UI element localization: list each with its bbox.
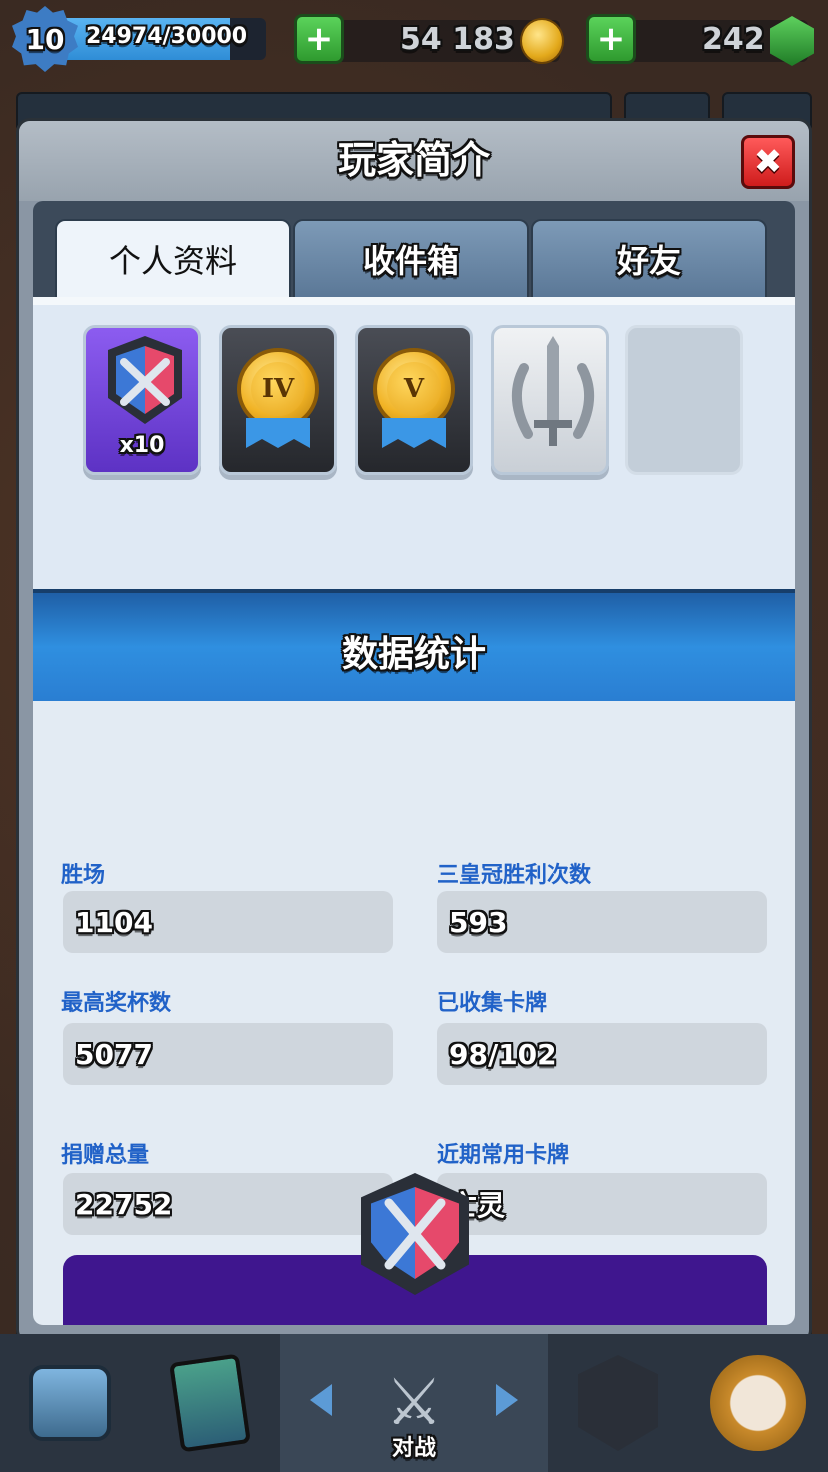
- medal-badge-iv[interactable]: IV: [219, 325, 337, 475]
- add-gems-button[interactable]: +: [586, 14, 636, 64]
- stat-value-total-donations: 22752: [63, 1173, 393, 1235]
- close-icon: ✖: [753, 142, 783, 182]
- stat-value-highest-trophies: 5077: [63, 1023, 393, 1085]
- nav-cards[interactable]: [140, 1334, 280, 1472]
- battle-label: 对战: [391, 1436, 436, 1461]
- gold-medal-icon: V: [373, 348, 455, 430]
- medal-badge-v[interactable]: V: [355, 325, 473, 475]
- add-gold-button[interactable]: +: [294, 14, 344, 64]
- medal-numeral: IV: [251, 362, 305, 416]
- stat-label-wins: 胜场: [61, 863, 106, 888]
- tab-label: 个人资料: [108, 242, 237, 280]
- gem-amount: 242: [702, 22, 765, 57]
- event-calendar-icon: [710, 1355, 806, 1451]
- level-badge-icon[interactable]: 10: [12, 6, 78, 72]
- stat-label-three-crown-wins: 三皇冠胜利次数: [437, 863, 592, 888]
- clan-wars-badge[interactable]: x10: [83, 325, 201, 475]
- tab-profile[interactable]: 个人资料: [55, 219, 291, 297]
- nav-battle[interactable]: ⚔ 对战: [280, 1334, 548, 1472]
- top-hud: 10 24974/30000 + 54 183 + 242: [0, 0, 828, 80]
- treasure-chest-icon: [29, 1365, 111, 1441]
- stats-banner: 数据统计: [33, 589, 795, 701]
- ribbon-icon: [382, 418, 446, 448]
- stats-title: 数据统计: [341, 634, 486, 675]
- badge-count: x10: [119, 433, 165, 458]
- player-profile-modal: 玩家简介 ✖ 个人资料 收件箱 好友 x10 IV V 数据统计 胜场 1104…: [16, 118, 812, 1344]
- empty-badge-slot: [625, 325, 743, 475]
- clan-shield-icon: [578, 1355, 658, 1451]
- profile-content[interactable]: x10 IV V 数据统计 胜场 1104 三皇冠胜利次数 593 最高奖杯数 …: [33, 297, 795, 1325]
- bottom-nav: ⚔ 对战: [0, 1334, 828, 1472]
- stat-value-three-crown-wins: 593: [437, 891, 767, 953]
- tab-label: 收件箱: [362, 242, 459, 280]
- gold-coin-icon: [520, 18, 564, 64]
- nav-shop[interactable]: [0, 1334, 140, 1472]
- stat-label-highest-trophies: 最高奖杯数: [61, 991, 172, 1016]
- nav-clan[interactable]: [548, 1334, 688, 1472]
- silver-sword-laurel-icon: [511, 336, 595, 446]
- ribbon-icon: [246, 418, 310, 448]
- gold-amount: 54 183: [400, 22, 515, 57]
- tab-bar: 个人资料 收件箱 好友: [55, 219, 767, 297]
- modal-header: 玩家简介 ✖: [19, 121, 809, 201]
- modal-title: 玩家简介: [337, 138, 490, 182]
- gold-medal-icon: IV: [237, 348, 319, 430]
- stat-label-favorite-card: 近期常用卡牌: [437, 1143, 570, 1168]
- modal-body: 个人资料 收件箱 好友 x10 IV V 数据统计 胜场 1104 三皇冠胜利次…: [33, 201, 795, 1325]
- stat-label-cards-collected: 已收集卡牌: [437, 991, 548, 1016]
- cards-icon: [169, 1353, 251, 1453]
- close-button[interactable]: ✖: [741, 135, 795, 189]
- xp-text: 24974/30000: [86, 24, 248, 49]
- level-number: 10: [25, 22, 65, 56]
- stat-label-total-donations: 捐赠总量: [61, 1143, 150, 1168]
- plus-icon: +: [596, 19, 626, 59]
- arrow-right-icon[interactable]: [496, 1384, 518, 1416]
- stat-value-cards-collected: 98/102: [437, 1023, 767, 1085]
- plus-icon: +: [304, 19, 334, 59]
- badges-row: x10 IV V: [33, 305, 795, 589]
- stat-value-favorite-card: 亡灵: [437, 1173, 767, 1235]
- nav-events[interactable]: [688, 1334, 828, 1472]
- tab-friends[interactable]: 好友: [531, 219, 767, 297]
- crossed-swords-icon: ⚔: [385, 1366, 443, 1440]
- silver-laurel-badge[interactable]: [491, 325, 609, 475]
- arrow-left-icon[interactable]: [310, 1384, 332, 1416]
- crossed-swords-icon: [384, 1198, 446, 1270]
- tab-label: 好友: [616, 242, 681, 280]
- clan-wars-badge-icon: [108, 336, 182, 424]
- tab-inbox[interactable]: 收件箱: [293, 219, 529, 297]
- medal-numeral: V: [387, 362, 441, 416]
- stat-value-wins: 1104: [63, 891, 393, 953]
